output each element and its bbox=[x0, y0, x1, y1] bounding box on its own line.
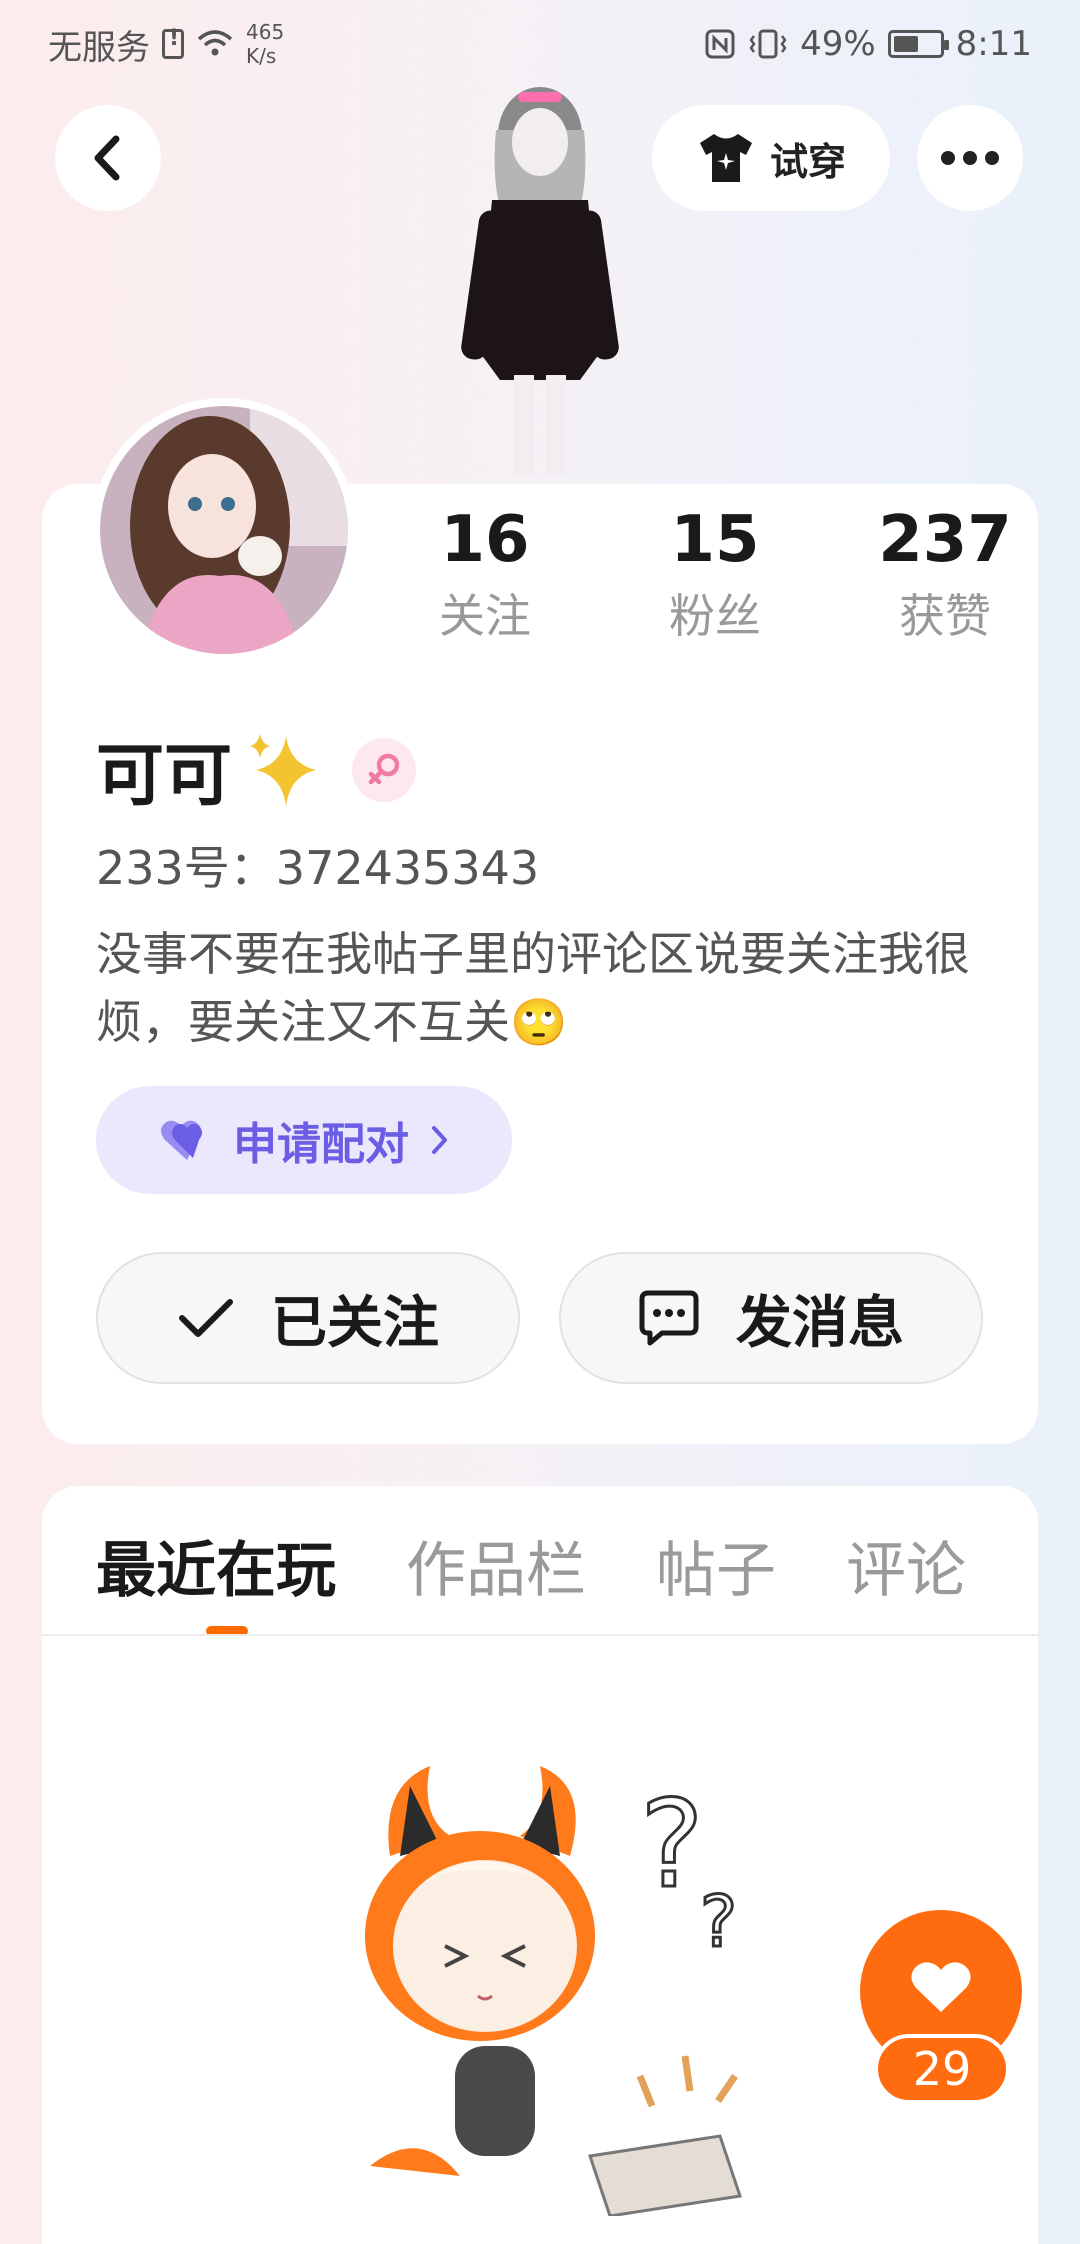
followed-button[interactable]: 已关注 bbox=[96, 1252, 520, 1384]
battery-icon bbox=[887, 30, 949, 58]
clock: 8:11 bbox=[955, 24, 1032, 64]
net-speed: 465 K/s bbox=[246, 20, 284, 68]
status-bar-left: 无服务 465 K/s bbox=[48, 20, 284, 69]
tabs-divider bbox=[42, 1634, 1038, 1636]
profile-name: 可可 bbox=[96, 737, 233, 816]
tab-posts[interactable]: 帖子 bbox=[656, 1526, 776, 1616]
avatar-image bbox=[100, 406, 348, 654]
stat-likes-label: 获赞 bbox=[899, 589, 991, 643]
profile-uid: 233号：372435343 bbox=[96, 841, 540, 895]
svg-text:?: ? bbox=[640, 1776, 704, 1915]
stat-followers-label: 粉丝 bbox=[669, 589, 761, 643]
net-speed-value: 465 bbox=[246, 20, 285, 44]
gender-badge bbox=[352, 737, 417, 802]
avatar-character-figure bbox=[461, 87, 619, 475]
followed-label: 已关注 bbox=[271, 1290, 439, 1356]
sim-alert-icon bbox=[162, 26, 184, 59]
tab-works[interactable]: 作品栏 bbox=[406, 1526, 586, 1616]
chat-bubble-icon bbox=[639, 1290, 699, 1346]
content-tabs: 最近在玩 作品栏 帖子 评论 bbox=[96, 1526, 1036, 1616]
send-message-button[interactable]: 发消息 bbox=[559, 1252, 983, 1384]
name-row: 可可 ✨ bbox=[96, 720, 417, 819]
more-dots-icon bbox=[941, 151, 999, 165]
back-button[interactable] bbox=[55, 105, 161, 211]
more-options-button[interactable] bbox=[917, 105, 1023, 211]
try-on-button[interactable]: 试穿 bbox=[652, 105, 890, 211]
stat-followers[interactable]: 15 粉丝 bbox=[600, 500, 830, 648]
apply-pairing-button[interactable]: 申请配对 bbox=[96, 1086, 512, 1194]
checkmark-icon bbox=[179, 1299, 233, 1337]
stat-following[interactable]: 16 关注 bbox=[370, 500, 600, 648]
nfc-icon bbox=[705, 29, 735, 59]
try-on-label: 试穿 bbox=[769, 139, 846, 184]
stat-followers-value: 15 bbox=[670, 503, 760, 577]
profile-bio: 没事不要在我帖子里的评论区说要关注我很烦，要关注又不互关🙄 bbox=[96, 927, 970, 1049]
chevron-left-icon bbox=[94, 135, 120, 181]
apply-pairing-label: 申请配对 bbox=[233, 1119, 409, 1170]
stat-following-label: 关注 bbox=[439, 589, 531, 643]
tab-comments[interactable]: 评论 bbox=[846, 1526, 966, 1616]
profile-stats: 16 关注 15 粉丝 237 获赞 bbox=[370, 500, 1060, 648]
stat-likes-value: 237 bbox=[878, 503, 1012, 577]
heart-icon bbox=[911, 1962, 971, 2012]
status-bar-right: 49% 8:11 bbox=[704, 24, 1032, 64]
chevron-right-icon bbox=[432, 1126, 447, 1154]
like-count-badge: 29 bbox=[874, 2034, 1010, 2104]
stat-likes[interactable]: 237 获赞 bbox=[830, 500, 1060, 648]
battery-percent: 49% bbox=[800, 24, 876, 64]
wifi-icon bbox=[197, 30, 233, 56]
sparkles-icon bbox=[250, 733, 317, 806]
profile-avatar[interactable] bbox=[92, 398, 356, 662]
stat-following-value: 16 bbox=[440, 503, 530, 577]
tab-recently-played[interactable]: 最近在玩 bbox=[96, 1526, 336, 1616]
empty-state-illustration: ? ? bbox=[365, 1766, 742, 2216]
vibrate-icon bbox=[749, 29, 787, 59]
carrier-text: 无服务 bbox=[48, 27, 150, 68]
send-message-label: 发消息 bbox=[736, 1290, 904, 1356]
female-icon bbox=[368, 753, 400, 784]
svg-text:?: ? bbox=[700, 1881, 737, 1963]
tshirt-icon bbox=[699, 134, 752, 182]
hearts-icon bbox=[161, 1120, 202, 1160]
net-speed-unit: K/s bbox=[246, 44, 277, 68]
content-card: 最近在玩 作品栏 帖子 评论 ? ? bbox=[42, 1486, 1038, 2244]
status-bar: 无服务 465 K/s 49% 8:11 bbox=[0, 0, 1080, 88]
